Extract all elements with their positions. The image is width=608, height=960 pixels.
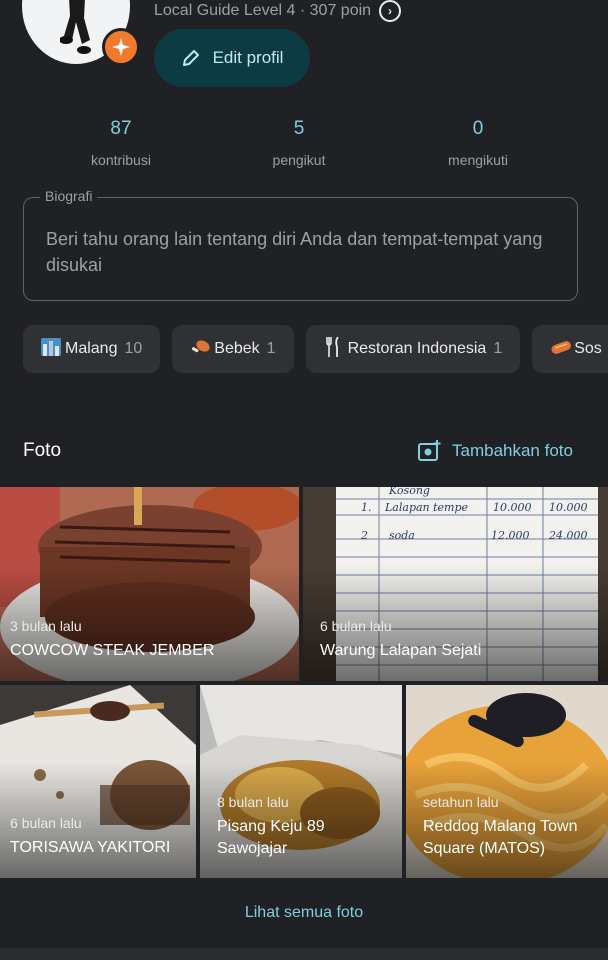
stat-followers[interactable]: 5 pengikut [242,118,356,168]
bio-label: Biografi [40,188,98,204]
add-photo-icon [418,440,441,461]
chip-label: Sos [574,340,602,357]
receipt-row-item: Lalapan tempe [385,501,469,514]
stat-label: mengikuti [448,152,508,168]
photo-time: 8 bulan lalu [217,794,289,810]
see-all-photos-link[interactable]: Lihat semua foto [0,904,608,922]
photo-tile[interactable]: setahun lalu Reddog Malang Town Square (… [406,685,608,878]
photo-tile[interactable]: 6 bulan lalu TORISAWA YAKITORI [0,685,196,878]
receipt-row-price: 12.000 [491,529,530,542]
city-icon [41,337,61,361]
edit-profile-label: Edit profil [212,48,284,67]
receipt-header: Kosong [389,487,430,497]
chip-label: Malang [65,340,118,357]
local-guide-badge-icon [102,28,140,66]
photo-tile[interactable]: 3 bulan lalu COWCOW STEAK JEMBER [0,487,299,681]
photo-time: 6 bulan lalu [320,618,392,634]
chevron-right-icon[interactable]: › [379,0,402,22]
photo-place-name: Pisang Keju 89 Sawojajar [217,818,325,857]
local-guide-level[interactable]: Local Guide Level 4 · 307 poin › [154,0,402,22]
photo-time: 6 bulan lalu [10,815,82,831]
receipt-row-no: 1. [361,501,372,514]
add-photo-button[interactable]: Tambahkan foto [418,440,573,462]
pencil-icon [182,50,199,66]
sausage-icon [550,338,572,361]
level-text: Local Guide Level 4 · 307 poin [154,2,372,19]
stat-contributions[interactable]: 87 kontribusi [0,118,242,168]
chip-restoran-indonesia[interactable]: Restoran Indonesia 1 [305,325,521,373]
chip-label: Bebek [214,340,260,357]
stat-following[interactable]: 0 mengikuti [356,118,600,168]
photo-place-name: Reddog Malang Town Square (MATOS) [423,818,578,857]
chip-label: Restoran Indonesia [347,340,487,357]
edit-profile-button[interactable]: Edit profil [154,29,310,87]
receipt-row-total: 24.000 [549,529,588,542]
bottom-divider [0,948,608,960]
photo-time: setahun lalu [423,794,499,810]
add-photo-label: Tambahkan foto [452,441,573,460]
receipt-row-no: 2 [361,529,368,542]
stat-value: 5 [293,118,305,139]
stat-value: 87 [110,118,132,139]
photo-place-name: COWCOW STEAK JEMBER [10,642,215,659]
stat-value: 0 [472,118,484,139]
receipt-row-total: 10.000 [549,501,588,514]
chip-sosis[interactable]: Sos [532,325,608,373]
chip-malang[interactable]: Malang 10 [23,325,161,373]
photo-tile[interactable]: 8 bulan lalu Pisang Keju 89 Sawojajar [200,685,402,878]
receipt-row-item: soda [389,529,415,542]
photo-tile[interactable]: Kosong 1. Lalapan tempe 10.000 10.000 2 … [303,487,608,681]
bio-field[interactable]: Biografi Beri tahu orang lain tentang di… [23,188,578,301]
poultry-leg-icon [190,338,210,361]
person-silhouette-icon [60,0,91,54]
profile-stats: 87 kontribusi 5 pengikut 0 mengikuti [0,118,608,168]
stat-label: pengikut [272,152,326,168]
photo-place-name: Warung Lalapan Sejati [320,642,482,659]
receipt-row-price: 10.000 [493,501,532,514]
chip-count: 1 [266,340,276,357]
stat-label: kontribusi [91,152,151,168]
bio-placeholder: Beri tahu orang lain tentang diri Anda d… [46,229,543,275]
chip-bebek[interactable]: Bebek 1 [172,325,294,373]
chip-count: 10 [124,340,143,357]
photo-time: 3 bulan lalu [10,618,82,634]
fork-knife-icon [324,335,344,362]
photos-section-title: Foto [23,440,62,461]
interest-chips: Malang 10 Bebek 1 Restoran Indonesia 1 S… [23,325,608,373]
photo-place-name: TORISAWA YAKITORI [10,839,171,856]
chip-count: 1 [493,340,503,357]
